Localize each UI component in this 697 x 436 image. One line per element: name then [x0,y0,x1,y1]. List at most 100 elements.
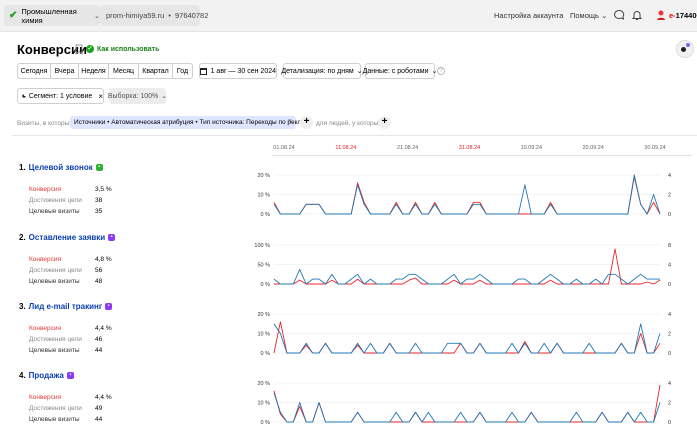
conversion-value: 3,5 % [95,186,112,193]
close-icon[interactable]: × [288,118,292,125]
reaches-label: Достижения цели [29,267,82,274]
visits-value: 44 [95,416,103,423]
left-axis-label: 0 % [261,351,271,357]
right-axis-label: 4 [668,312,671,318]
date-tick: 10.09.24 [520,145,543,151]
left-axis-label: 0 % [261,212,271,218]
period-today-button[interactable]: Сегодня [17,63,51,79]
right-axis-label: 2 [668,332,671,338]
period-month-button[interactable]: Месяц [108,63,139,79]
goal-chart: 100 % 8 50 % 4 0 % 0 [254,243,671,288]
left-axis-label: 0 % [261,282,271,288]
data-mode-dropdown[interactable]: Данные: с роботами ⌄ [362,63,437,79]
left-axis-label: 0 % [261,420,271,426]
add-people-filter-button[interactable]: + [378,116,391,129]
chat-icon[interactable] [613,9,625,21]
site-info[interactable]: prom-himiya59.ru • 97640782 [100,5,208,26]
left-axis-label: 10 % [257,193,270,199]
goal-chart: 20 % 410 % 20 % 0 [257,173,671,218]
date-tick: 30.09.24 [644,145,666,151]
goal-number: 1. [19,163,26,172]
reaches-value: 56 [95,267,103,274]
visits-value: 35 [95,208,103,215]
help-icon[interactable]: ? [437,67,445,75]
right-axis-label: 4 [668,263,671,269]
right-axis-label: 8 [668,243,671,249]
counter-id: 97640782 [175,11,209,20]
date-tick: 31.08.24 [458,145,481,151]
segment-label: Сегмент: 1 условие [28,92,93,100]
chevron-down-icon: ⌄ [601,11,608,20]
visits-value: 48 [95,278,103,285]
date-range-label: 1 авг — 30 сен 2024 [210,67,276,75]
right-axis-label: 0 [668,212,671,218]
visits-value: 44 [95,347,103,354]
date-range-picker[interactable]: 1 авг — 30 сен 2024 [199,63,277,79]
right-axis-label: 4 [668,381,671,387]
goal-number: 3. [19,302,26,311]
goal-block: 3. Лид e-mail тракинг • Конверсия 4,4 % Дости… [0,302,697,371]
goal-name-link[interactable]: Оставление заявки [29,233,106,242]
right-axis-label: 0 [668,282,671,288]
avatar[interactable] [655,9,667,21]
period-yesterday-button[interactable]: Вчера [50,63,79,79]
phone-icon: • [95,164,103,171]
goal-block: 4. Продажа • Конверсия 4,4 % Достижения цели 4… [0,371,697,436]
mail-icon: • [105,303,113,310]
period-week-button[interactable]: Неделя [78,63,109,79]
left-axis-label: 20 % [257,381,270,387]
goal-name-link[interactable]: Целевой звонок [29,163,93,172]
filter-chip[interactable]: Источники • Автоматическая атрибуция • Т… [70,116,313,129]
data-mode-label: Данные: с роботами [362,67,429,75]
filter-visits-label: Визиты, в которых [17,120,73,127]
detail-dropdown[interactable]: Детализация: по дням ⌄ [281,63,363,79]
goal-title: 1. Целевой звонок • [19,163,103,172]
period-quarter-button[interactable]: Квартал [138,63,173,79]
add-visit-filter-button[interactable]: + [300,116,313,129]
close-icon[interactable]: × [98,92,103,101]
conversion-series-line [273,176,661,215]
divider [12,135,697,136]
calendar-icon [200,67,207,75]
date-tick: 11.08.24 [335,145,357,151]
period-year-button[interactable]: Год [172,63,193,79]
left-axis-label: 10 % [257,332,270,338]
counter-name: Промышленная химия [21,6,77,25]
detail-label: Детализация: по дням [281,67,354,75]
bookmark-icon[interactable] [75,44,83,55]
date-axis-line [272,155,692,156]
assistant-button[interactable] [676,40,694,58]
left-axis-label: 10 % [257,401,270,407]
left-axis-label: 20 % [257,312,270,318]
pie-icon [22,94,26,98]
conversion-value: 4,4 % [95,394,112,401]
goal-name-link[interactable]: Лид e-mail тракинг [29,302,103,311]
conversion-value: 4,8 % [95,256,112,263]
shield-icon: ✓ [86,45,94,53]
account-settings-link[interactable]: Настройка аккаунта [494,11,563,20]
goal-name-link[interactable]: Продажа [29,371,64,380]
date-tick: 01.08.24 [273,145,295,151]
goal-title: 2. Оставление заявки • [19,233,116,242]
goal-title: 3. Лид e-mail тракинг • [19,302,113,311]
bell-icon[interactable] [631,9,643,21]
help-menu[interactable]: Помощь ⌄ [570,11,607,20]
conversion-series-line [273,321,661,354]
visits-label: Целевые визиты [29,208,80,215]
user-login[interactable]: e-1744009 [669,11,697,20]
visits-series-line [273,323,661,354]
reaches-value: 38 [95,197,103,204]
how-to-use-label: Как использовать [97,45,160,53]
conversion-label: Конверсия [29,186,62,193]
segment-button[interactable]: Сегмент: 1 условие × [17,88,104,104]
chevron-down-icon: ⌄ [161,93,168,100]
left-axis-label: 50 % [257,263,270,269]
goal-chart: 20 % 410 % 20 % 0 [257,381,671,426]
visits-series-line [273,268,660,285]
left-axis-label: 100 % [254,243,270,249]
how-to-use-link[interactable]: ✓ Как использовать [86,45,159,53]
conversion-label: Конверсия [29,325,62,332]
counter-selector[interactable]: ✔ Промышленная химия ⌄ [4,5,100,26]
sample-dropdown[interactable]: Выборка: 100% ⌄ [108,88,168,104]
goal-title: 4. Продажа • [19,371,74,380]
